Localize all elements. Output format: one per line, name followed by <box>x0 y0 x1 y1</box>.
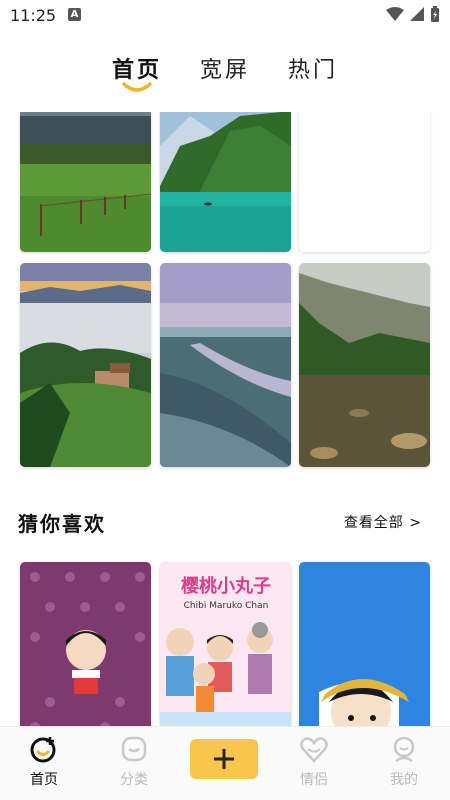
home-smile-icon <box>30 737 56 763</box>
tab-popular[interactable]: 热门 <box>288 52 338 102</box>
nav-mine-label: 我的 <box>390 772 418 788</box>
maruko-pattern-image <box>20 562 151 726</box>
smile-underline-icon <box>122 82 152 92</box>
wallpaper-tile-frosty-river[interactable] <box>160 263 291 467</box>
frosty-river-image <box>160 263 291 467</box>
meadow-image <box>20 112 151 252</box>
nav-couple-label: 情侣 <box>300 772 328 788</box>
wallpaper-tile-blank[interactable] <box>299 112 430 252</box>
yosemite-image <box>299 263 430 467</box>
misty-hills-image <box>20 263 151 467</box>
notification-icon: A <box>68 8 81 21</box>
content-scroll[interactable]: 猜你喜欢 查看全部 > 樱桃小丸子 Chibi Maruko Chan <box>0 112 450 726</box>
section-header: 猜你喜欢 查看全部 > <box>18 508 432 538</box>
recommend-tile-maruko-pattern[interactable] <box>20 562 151 726</box>
wallpaper-tile-mountain-lake[interactable] <box>160 112 291 252</box>
nav-category-label: 分类 <box>120 772 148 788</box>
nav-mine[interactable]: 我的 <box>374 735 434 789</box>
tab-widescreen[interactable]: 宽屏 <box>200 52 250 102</box>
tab-popular-label: 热门 <box>288 58 339 83</box>
add-button[interactable] <box>190 739 258 779</box>
recommend-tile-maruko-blue[interactable] <box>299 562 430 726</box>
maruko-family-image: 樱桃小丸子 Chibi Maruko Chan <box>160 562 291 726</box>
bottom-nav: 首页 分类 情侣 我的 <box>0 726 450 800</box>
tab-home[interactable]: 首页 <box>112 52 162 102</box>
profile-icon <box>393 736 415 763</box>
wallpaper-tile-yosemite[interactable] <box>299 263 430 467</box>
tab-home-label: 首页 <box>111 58 162 83</box>
nav-home[interactable]: 首页 <box>14 735 74 789</box>
status-time: 11:25 <box>10 6 57 25</box>
tab-widescreen-label: 宽屏 <box>199 58 250 83</box>
wallpaper-tile-misty-hills[interactable] <box>20 263 151 467</box>
battery-icon <box>431 6 439 22</box>
view-all-link[interactable]: 查看全部 > <box>344 512 422 532</box>
mountain-lake-image <box>160 112 291 252</box>
maruko-blue-image <box>299 562 430 726</box>
plus-icon <box>214 749 234 769</box>
couple-heart-icon <box>300 737 328 763</box>
category-icon <box>121 736 147 762</box>
status-bar: 11:25 A <box>0 0 450 32</box>
nav-category[interactable]: 分类 <box>104 735 164 789</box>
maruko-title-text: 樱桃小丸子 <box>181 575 271 597</box>
section-title: 猜你喜欢 <box>18 512 106 536</box>
recommend-tile-maruko-family[interactable]: 樱桃小丸子 Chibi Maruko Chan <box>160 562 291 726</box>
top-tabs: 首页 宽屏 热门 <box>0 52 450 102</box>
wifi-icon <box>386 7 404 21</box>
maruko-subtitle-text: Chibi Maruko Chan <box>184 601 269 611</box>
nav-couple[interactable]: 情侣 <box>284 735 344 789</box>
signal-icon <box>410 7 424 21</box>
status-icons <box>386 6 440 22</box>
nav-home-label: 首页 <box>30 772 58 788</box>
wallpaper-tile-meadow[interactable] <box>20 112 151 252</box>
